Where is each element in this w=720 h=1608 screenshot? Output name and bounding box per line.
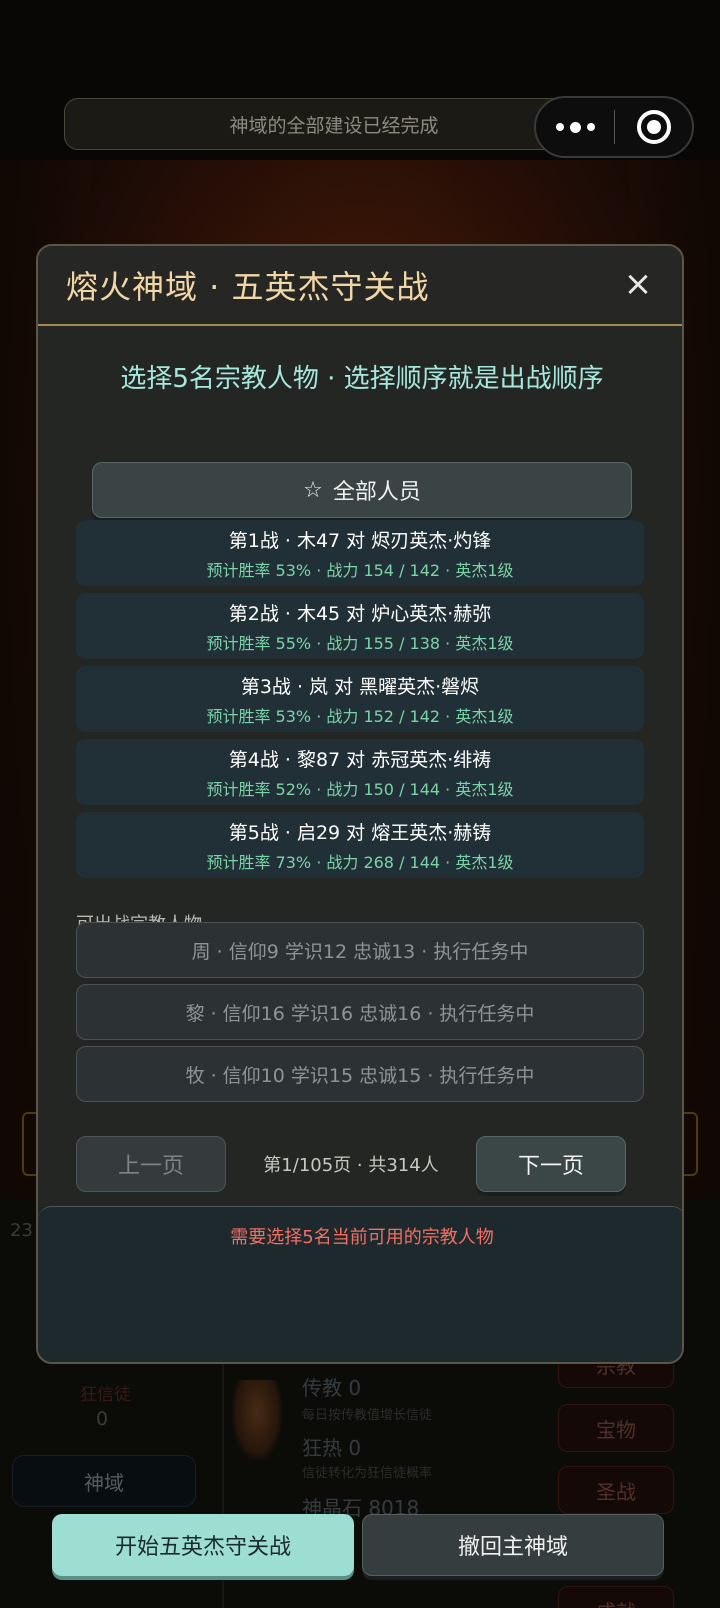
recall-to-main-domain-button[interactable]: 撤回主神域 — [362, 1514, 664, 1576]
pagination-info: 第1/105页 · 共314人 — [263, 1155, 439, 1176]
battle-slot-5[interactable]: 第5战 · 启29 对 熔王英杰·赫铸 预计胜率 73% · 战力 268 / … — [76, 812, 644, 878]
target-icon — [636, 110, 671, 144]
battle-detail: 预计胜率 52% · 战力 150 / 144 · 英杰1级 — [206, 779, 514, 799]
dot-icon — [586, 123, 595, 131]
more-options-button[interactable] — [536, 121, 614, 133]
dot-icon — [555, 123, 564, 131]
battle-slot-1[interactable]: 第1战 · 木47 对 烬刃英杰·灼锋 预计胜率 53% · 战力 154 / … — [76, 520, 644, 586]
battle-title: 第5战 · 启29 对 熔王英杰·赫铸 — [228, 821, 492, 844]
next-page-button[interactable]: 下一页 — [476, 1136, 626, 1192]
selection-warning: 需要选择5名当前可用的宗教人物 — [230, 1227, 494, 1248]
start-battle-button[interactable]: 开始五英杰守关战 — [52, 1514, 354, 1576]
battle-slot-4[interactable]: 第4战 · 黎87 对 赤冠英杰·绯祷 预计胜率 52% · 战力 150 / … — [76, 739, 644, 805]
filter-all-members-button[interactable]: ☆ 全部人员 — [92, 462, 632, 518]
dialog-header: 熔火神域 · 五英杰守关战 × — [38, 246, 682, 326]
close-miniprogram-button[interactable] — [615, 110, 692, 144]
battle-detail: 预计胜率 53% · 战力 152 / 142 · 英杰1级 — [206, 706, 514, 726]
prev-page-button[interactable]: 上一页 — [76, 1136, 226, 1192]
available-member-item[interactable]: 周 · 信仰9 学识12 忠诚13 · 执行任务中 — [76, 922, 644, 978]
dialog-title: 熔火神域 · 五英杰守关战 — [66, 268, 430, 306]
star-icon: ☆ — [303, 477, 323, 503]
battle-title: 第3战 · 岚 对 黑曜英杰·磐烬 — [240, 675, 480, 698]
battle-detail: 预计胜率 53% · 战力 154 / 142 · 英杰1级 — [206, 560, 514, 580]
available-member-item[interactable]: 牧 · 信仰10 学识15 忠诚15 · 执行任务中 — [76, 1046, 644, 1102]
construction-notice: 神域的全部建设已经完成 — [64, 98, 604, 150]
battle-title: 第4战 · 黎87 对 赤冠英杰·绯祷 — [228, 748, 492, 771]
battle-title: 第2战 · 木45 对 炉心英杰·赫弥 — [228, 602, 492, 625]
battle-title: 第1战 · 木47 对 烬刃英杰·灼锋 — [228, 529, 492, 552]
battle-slot-3[interactable]: 第3战 · 岚 对 黑曜英杰·磐烬 预计胜率 53% · 战力 152 / 14… — [76, 666, 644, 732]
dialog-footer: 需要选择5名当前可用的宗教人物 — [38, 1206, 682, 1362]
battle-detail: 预计胜率 73% · 战力 268 / 144 · 英杰1级 — [206, 852, 514, 872]
dialog-instruction: 选择5名宗教人物 · 选择顺序就是出战顺序 — [120, 364, 604, 394]
battle-slot-2[interactable]: 第2战 · 木45 对 炉心英杰·赫弥 预计胜率 55% · 战力 155 / … — [76, 593, 644, 659]
battle-detail: 预计胜率 55% · 战力 155 / 138 · 英杰1级 — [206, 633, 514, 653]
filter-label: 全部人员 — [332, 480, 421, 505]
miniprogram-capsule — [534, 96, 694, 158]
available-member-item[interactable]: 黎 · 信仰16 学识16 忠诚16 · 执行任务中 — [76, 984, 644, 1040]
battle-setup-dialog: 熔火神域 · 五英杰守关战 × 选择5名宗教人物 · 选择顺序就是出战顺序 ☆ … — [36, 244, 684, 1364]
close-icon[interactable]: × — [620, 266, 656, 302]
dot-icon — [569, 121, 581, 133]
